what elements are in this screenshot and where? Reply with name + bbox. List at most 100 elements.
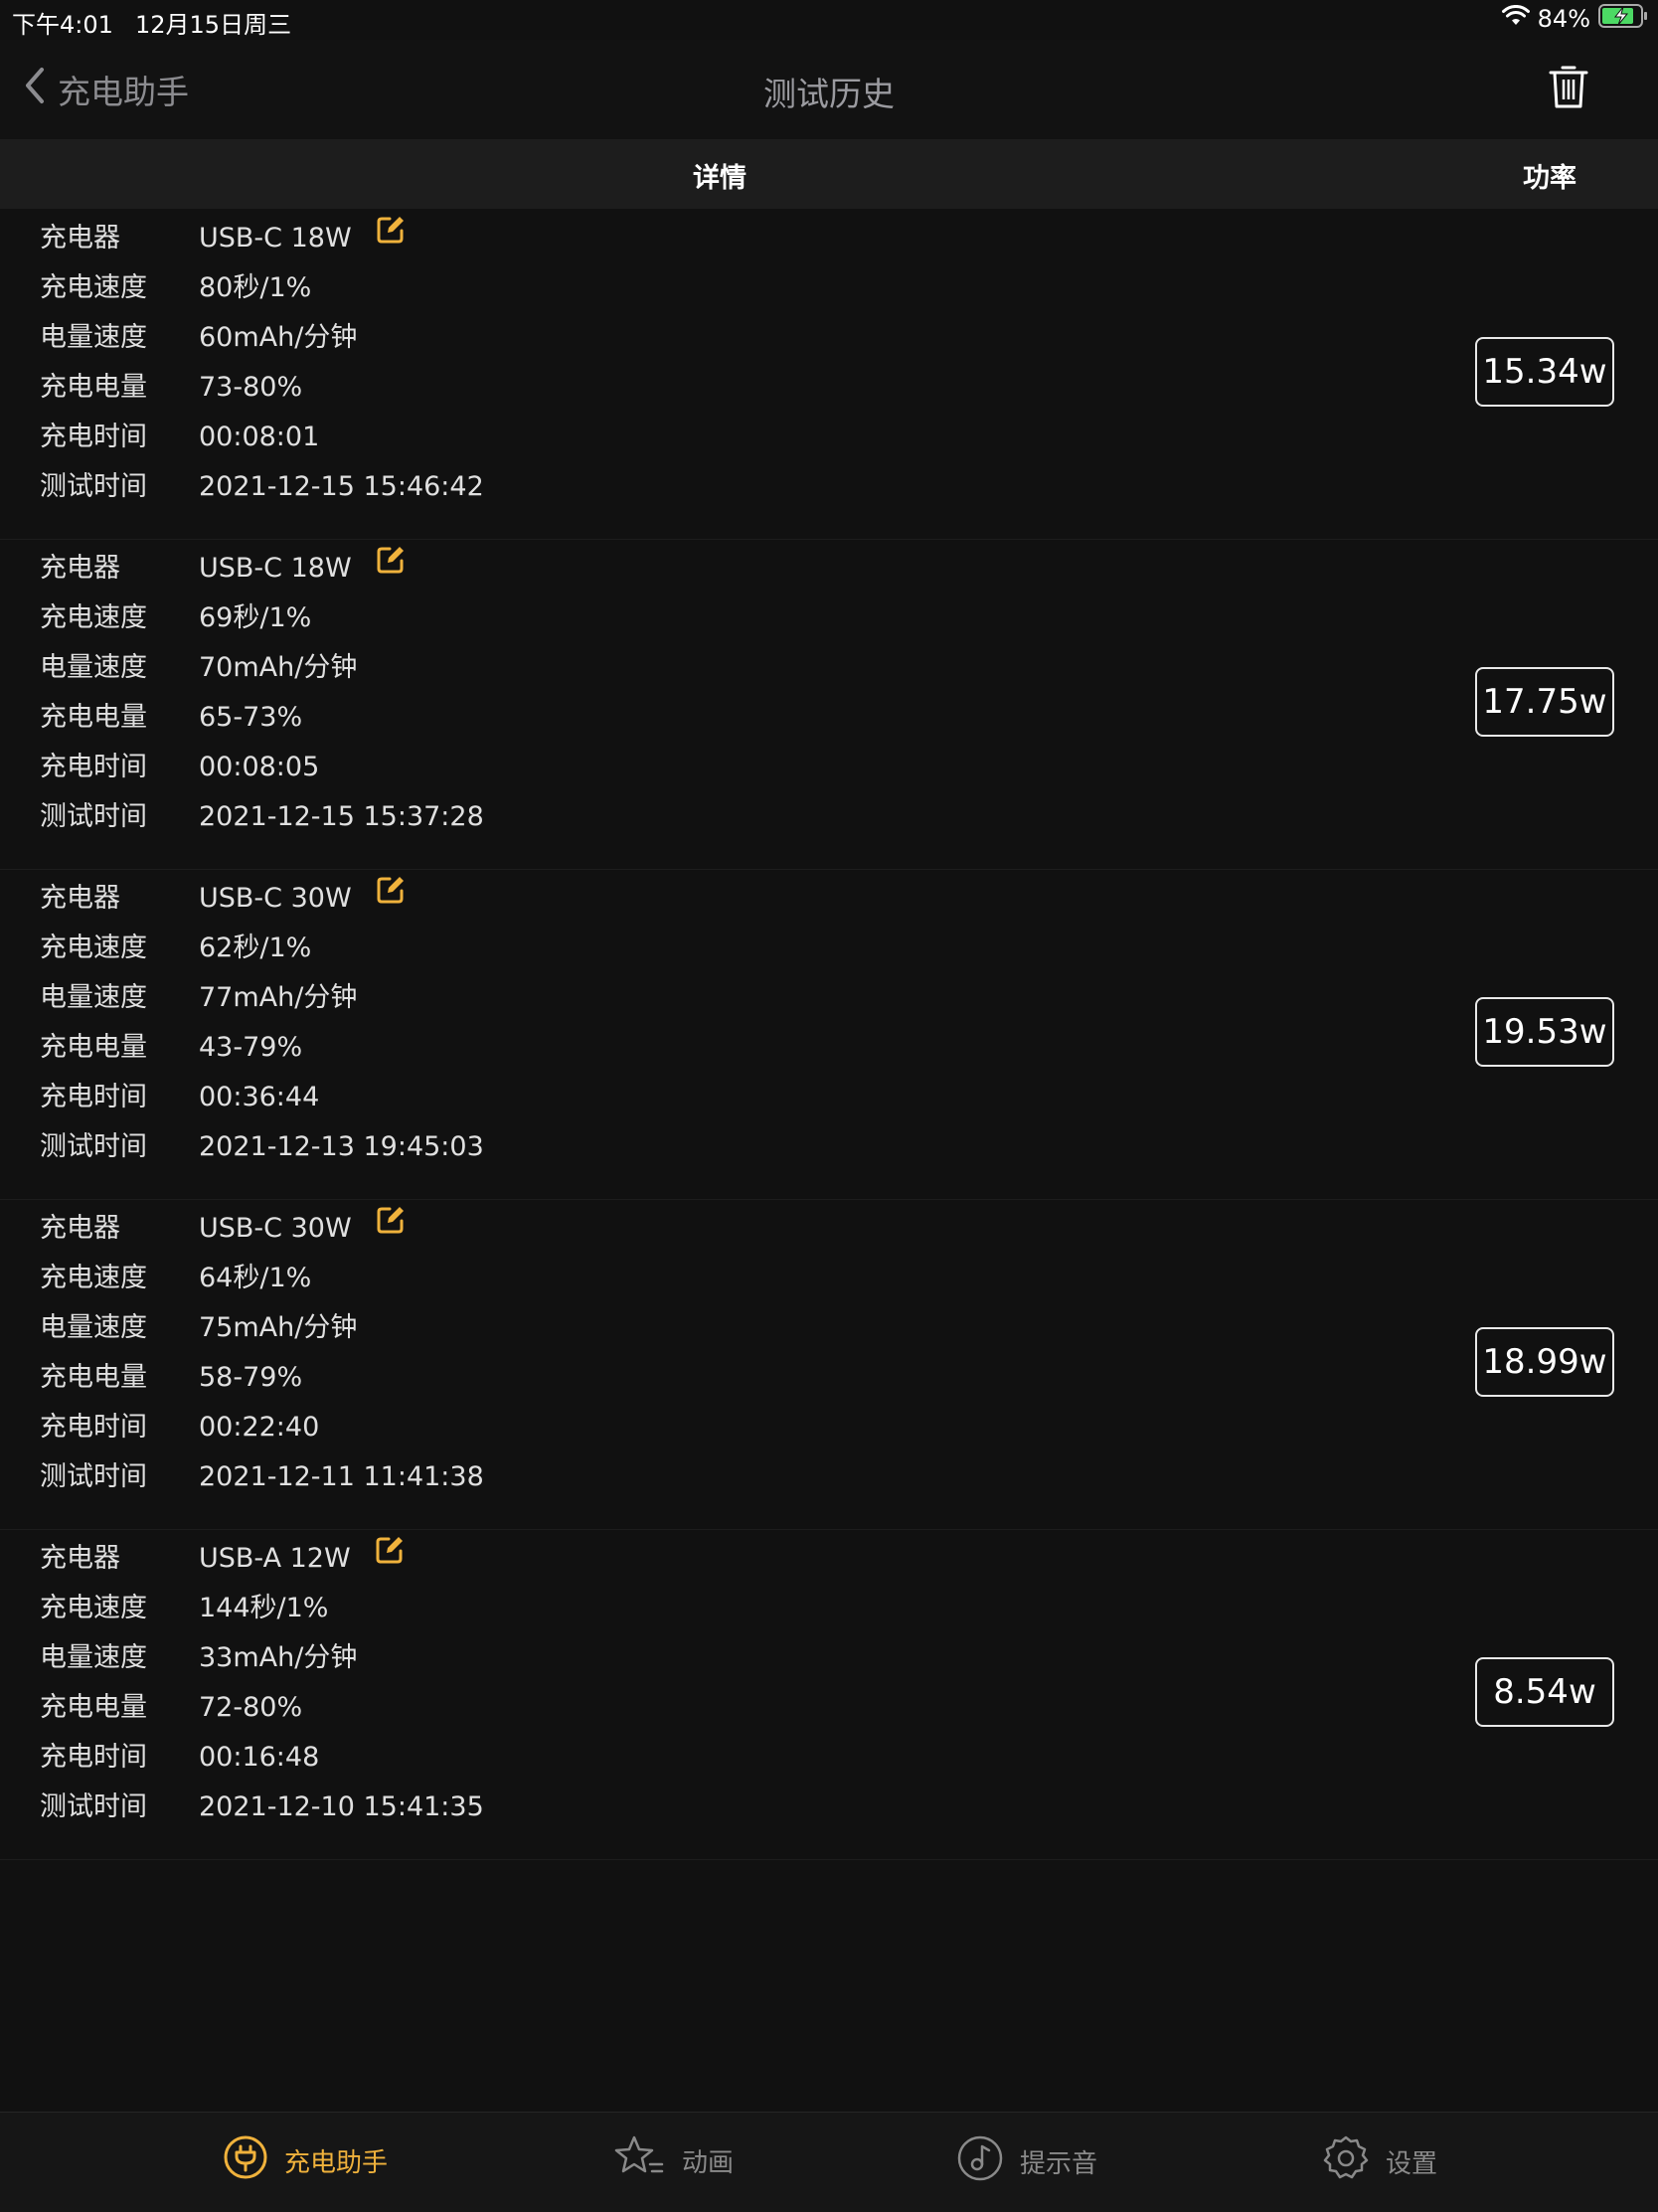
music-disc-icon xyxy=(956,2134,1004,2189)
charger-label: 充电器 xyxy=(40,223,120,254)
charge-speed-value: 69秒/1% xyxy=(199,602,312,633)
test-time-value: 2021-12-15 15:46:42 xyxy=(199,471,484,502)
charger-label: 充电器 xyxy=(40,1543,120,1574)
tab-sound[interactable]: 提示音 xyxy=(956,2134,1097,2189)
test-time-value: 2021-12-13 19:45:03 xyxy=(199,1131,484,1162)
capacity-speed-row: 电量速度 77mAh/分钟 xyxy=(0,973,895,1023)
capacity-speed-label: 电量速度 xyxy=(40,1312,147,1343)
charger-label: 充电器 xyxy=(40,553,120,584)
tab-charging-assistant[interactable]: 充电助手 xyxy=(223,2134,388,2187)
charge-speed-value: 144秒/1% xyxy=(199,1593,329,1623)
test-time-label: 测试时间 xyxy=(40,1461,147,1492)
delete-button[interactable] xyxy=(1549,64,1588,113)
power-badge: 18.99w xyxy=(1475,1327,1614,1397)
record-item[interactable]: 充电器 USB-C 18W 充电速度 80秒/1% 电量速度 60mAh/分钟 … xyxy=(0,209,1658,540)
tab-animation[interactable]: 动画 xyxy=(614,2134,734,2187)
test-time-row: 测试时间 2021-12-11 11:41:38 xyxy=(0,1452,895,1502)
edit-icon[interactable] xyxy=(375,1532,405,1582)
tab-label: 设置 xyxy=(1386,2149,1438,2179)
charger-row: 充电器 USB-C 30W xyxy=(0,874,895,924)
charge-time-label: 充电时间 xyxy=(40,422,147,452)
column-header-details: 详情 xyxy=(693,163,746,194)
charge-speed-label: 充电速度 xyxy=(40,1263,147,1293)
charge-time-label: 充电时间 xyxy=(40,752,147,782)
charger-value: USB-C 30W xyxy=(199,874,406,924)
charge-time-value: 00:22:40 xyxy=(199,1412,320,1443)
power-badge: 19.53w xyxy=(1475,997,1614,1067)
charge-time-label: 充电时间 xyxy=(40,1082,147,1112)
test-time-label: 测试时间 xyxy=(40,1791,147,1822)
charge-amount-label: 充电电量 xyxy=(40,372,147,403)
record-item[interactable]: 充电器 USB-A 12W 充电速度 144秒/1% 电量速度 33mAh/分钟… xyxy=(0,1529,1658,1860)
tab-settings[interactable]: 设置 xyxy=(1322,2134,1437,2189)
record-item[interactable]: 充电器 USB-C 18W 充电速度 69秒/1% 电量速度 70mAh/分钟 … xyxy=(0,539,1658,870)
edit-icon[interactable] xyxy=(376,212,406,261)
status-date: 12月15日周三 xyxy=(135,11,292,39)
tab-label: 动画 xyxy=(682,2148,735,2178)
record-item[interactable]: 充电器 USB-C 30W 充电速度 64秒/1% 电量速度 75mAh/分钟 … xyxy=(0,1199,1658,1530)
capacity-speed-value: 70mAh/分钟 xyxy=(199,652,358,683)
test-time-value: 2021-12-15 15:37:28 xyxy=(199,801,484,832)
charge-time-label: 充电时间 xyxy=(40,1742,147,1773)
capacity-speed-label: 电量速度 xyxy=(40,652,147,683)
capacity-speed-label: 电量速度 xyxy=(40,982,147,1013)
charge-amount-label: 充电电量 xyxy=(40,1692,147,1723)
test-time-value: 2021-12-10 15:41:35 xyxy=(199,1791,484,1822)
capacity-speed-label: 电量速度 xyxy=(40,1642,147,1673)
capacity-speed-row: 电量速度 70mAh/分钟 xyxy=(0,643,895,693)
charge-amount-row: 充电电量 43-79% xyxy=(0,1023,895,1073)
charge-time-value: 00:08:01 xyxy=(199,422,320,452)
capacity-speed-value: 60mAh/分钟 xyxy=(199,322,358,353)
charge-amount-value: 43-79% xyxy=(199,1032,303,1063)
charge-time-row: 充电时间 00:36:44 xyxy=(0,1073,895,1122)
test-time-value: 2021-12-11 11:41:38 xyxy=(199,1461,484,1492)
charger-value: USB-C 18W xyxy=(199,214,406,263)
edit-icon[interactable] xyxy=(376,1202,406,1252)
page-title: 测试历史 xyxy=(763,75,895,113)
charger-value: USB-C 30W xyxy=(199,1204,406,1254)
navigation-bar: 充电助手 测试历史 xyxy=(0,40,1658,139)
capacity-speed-value: 33mAh/分钟 xyxy=(199,1642,358,1673)
test-time-row: 测试时间 2021-12-15 15:46:42 xyxy=(0,462,895,512)
charge-amount-row: 充电电量 73-80% xyxy=(0,363,895,413)
tab-bar: 充电助手 动画 提示音 设置 xyxy=(0,2112,1658,2212)
tab-label: 提示音 xyxy=(1020,2149,1098,2179)
charge-amount-label: 充电电量 xyxy=(40,1032,147,1063)
battery-charging-icon xyxy=(1598,4,1648,34)
capacity-speed-row: 电量速度 33mAh/分钟 xyxy=(0,1633,895,1683)
charger-label: 充电器 xyxy=(40,1213,120,1244)
charger-row: 充电器 USB-C 30W xyxy=(0,1204,895,1254)
test-time-label: 测试时间 xyxy=(40,1131,147,1162)
power-badge: 17.75w xyxy=(1475,667,1614,737)
charge-speed-label: 充电速度 xyxy=(40,272,147,303)
charge-speed-value: 64秒/1% xyxy=(199,1263,312,1293)
test-time-row: 测试时间 2021-12-13 19:45:03 xyxy=(0,1122,895,1172)
capacity-speed-value: 77mAh/分钟 xyxy=(199,982,358,1013)
table-header: 详情 功率 xyxy=(0,139,1658,209)
charge-amount-row: 充电电量 65-73% xyxy=(0,693,895,743)
charge-time-value: 00:08:05 xyxy=(199,752,320,782)
edit-icon[interactable] xyxy=(376,542,406,592)
charge-amount-label: 充电电量 xyxy=(40,1362,147,1393)
star-list-icon xyxy=(614,2134,666,2187)
plug-icon xyxy=(223,2134,268,2187)
charge-time-row: 充电时间 00:08:01 xyxy=(0,413,895,462)
battery-percent: 84% xyxy=(1537,5,1590,33)
charge-speed-label: 充电速度 xyxy=(40,602,147,633)
test-time-row: 测试时间 2021-12-10 15:41:35 xyxy=(0,1783,895,1832)
edit-icon[interactable] xyxy=(376,872,406,922)
power-badge: 15.34w xyxy=(1475,337,1614,407)
status-right-group: 84% xyxy=(1501,4,1648,34)
charge-speed-value: 62秒/1% xyxy=(199,933,312,963)
charger-row: 充电器 USB-A 12W xyxy=(0,1534,895,1584)
record-item[interactable]: 充电器 USB-C 30W 充电速度 62秒/1% 电量速度 77mAh/分钟 … xyxy=(0,869,1658,1200)
capacity-speed-value: 75mAh/分钟 xyxy=(199,1312,358,1343)
status-bar: 下午4:01 12月15日周三 84% xyxy=(0,0,1658,40)
charge-amount-label: 充电电量 xyxy=(40,702,147,733)
charge-speed-row: 充电速度 64秒/1% xyxy=(0,1254,895,1303)
charge-time-row: 充电时间 00:08:05 xyxy=(0,743,895,792)
test-time-label: 测试时间 xyxy=(40,801,147,832)
test-time-row: 测试时间 2021-12-15 15:37:28 xyxy=(0,792,895,842)
charger-row: 充电器 USB-C 18W xyxy=(0,214,895,263)
charger-value: USB-A 12W xyxy=(199,1534,405,1584)
